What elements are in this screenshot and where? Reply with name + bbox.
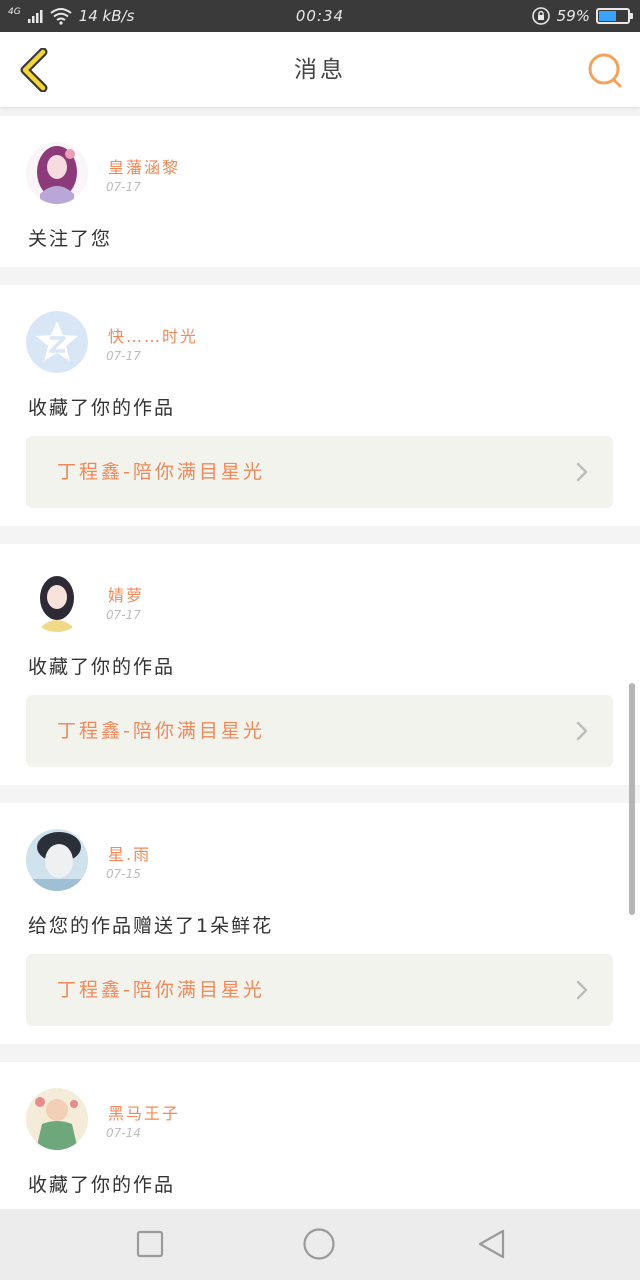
- chevron-right-icon: [576, 980, 588, 1000]
- battery-icon: [596, 8, 633, 24]
- scrollbar-thumb[interactable]: [629, 683, 635, 915]
- app-header: 消息: [0, 32, 640, 108]
- avatar-boy-photo: [26, 829, 88, 891]
- message-date: 07-14: [106, 1126, 141, 1140]
- battery-percent: 59%: [556, 7, 590, 25]
- user-name[interactable]: 皇藩涵黎: [108, 154, 180, 178]
- user-name[interactable]: 婧萝: [108, 582, 144, 606]
- avatar[interactable]: [26, 570, 88, 632]
- search-button[interactable]: [586, 50, 626, 90]
- page-title: 消息: [294, 57, 346, 83]
- work-link[interactable]: 丁程鑫-陪你满目星光: [26, 954, 613, 1026]
- avatar-illustration-green: [26, 1088, 88, 1150]
- message-card[interactable]: 婧萝 07-17 收藏了你的作品 丁程鑫-陪你满目星光: [0, 544, 640, 785]
- chevron-right-icon: [576, 462, 588, 482]
- avatar[interactable]: [26, 311, 88, 373]
- action-text: 给您的作品赠送了1朵鲜花: [28, 915, 274, 937]
- message-date: 07-17: [106, 180, 141, 194]
- message-date: 07-17: [106, 349, 141, 363]
- message-list: 皇藩涵黎 07-17 关注了您 快……时光 07-17 收藏了你的作品 丁程鑫-…: [0, 116, 640, 1240]
- avatar[interactable]: [26, 142, 88, 204]
- avatar[interactable]: [26, 829, 88, 891]
- user-name[interactable]: 快……时光: [108, 323, 198, 347]
- battery-level: [599, 11, 616, 21]
- user-name[interactable]: 黑马王子: [108, 1100, 180, 1124]
- message-card[interactable]: 黑马王子 07-14 收藏了你的作品: [0, 1062, 640, 1222]
- work-title: 丁程鑫-陪你满目星光: [57, 461, 265, 483]
- action-text: 收藏了你的作品: [28, 1174, 176, 1196]
- action-text: 收藏了你的作品: [28, 656, 176, 678]
- circle-icon[interactable]: [302, 1227, 336, 1261]
- message-card[interactable]: 皇藩涵黎 07-17 关注了您: [0, 116, 640, 267]
- triangle-back-icon[interactable]: [475, 1227, 509, 1261]
- avatar-default-qzone: [26, 311, 88, 373]
- avatar-anime-girl-purple: [26, 142, 88, 204]
- work-title: 丁程鑫-陪你满目星光: [57, 979, 265, 1001]
- work-title: 丁程鑫-陪你满目星光: [57, 720, 265, 742]
- user-name[interactable]: 星.雨: [108, 841, 151, 865]
- status-right: 59%: [531, 0, 633, 32]
- message-card[interactable]: 星.雨 07-15 给您的作品赠送了1朵鲜花 丁程鑫-陪你满目星光: [0, 803, 640, 1044]
- work-link[interactable]: 丁程鑫-陪你满目星光: [26, 695, 613, 767]
- system-nav-bar: [0, 1209, 640, 1280]
- message-date: 07-15: [106, 867, 141, 881]
- action-text: 收藏了你的作品: [28, 397, 176, 419]
- status-bar: 4G 14 kB/s 00:34 59%: [0, 0, 640, 32]
- search-icon: [588, 53, 622, 88]
- action-text: 关注了您: [28, 228, 113, 250]
- work-link[interactable]: 丁程鑫-陪你满目星光: [26, 436, 613, 508]
- avatar[interactable]: [26, 1088, 88, 1150]
- message-date: 07-17: [106, 608, 141, 622]
- message-card[interactable]: 快……时光 07-17 收藏了你的作品 丁程鑫-陪你满目星光: [0, 285, 640, 526]
- square-icon[interactable]: [133, 1227, 167, 1261]
- avatar-anime-girl-dark: [26, 570, 88, 632]
- chevron-right-icon: [576, 721, 588, 741]
- rotation-lock-icon: [531, 7, 550, 25]
